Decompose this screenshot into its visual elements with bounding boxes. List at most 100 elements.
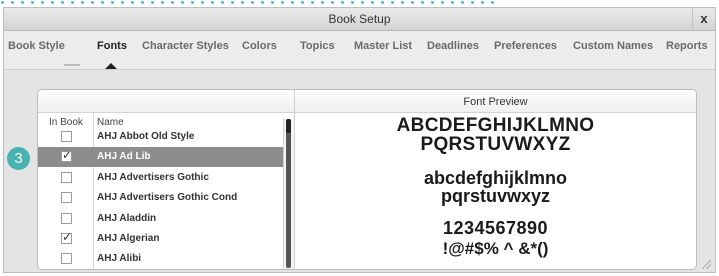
decorative-dot	[431, 1, 434, 4]
callout-badge: 3	[7, 147, 30, 170]
decorative-dot	[111, 1, 114, 4]
decorative-dot	[11, 1, 14, 4]
decorative-dot	[451, 1, 454, 4]
decorative-dot	[301, 1, 304, 4]
tab-character-styles[interactable]: Character Styles	[142, 40, 229, 52]
tab-topics[interactable]: Topics	[300, 40, 335, 52]
tab-custom-names[interactable]: Custom Names	[573, 40, 653, 52]
decorative-dot	[311, 1, 314, 4]
decorative-dot	[291, 1, 294, 4]
tab-master-list[interactable]: Master List	[354, 40, 412, 52]
decorative-dot	[211, 1, 214, 4]
decorative-dot	[121, 1, 124, 4]
in-book-checkbox[interactable]: ✓	[61, 230, 73, 244]
resize-grip-icon[interactable]	[702, 260, 711, 269]
decorative-dot	[61, 1, 64, 4]
decorative-dot	[401, 1, 404, 4]
decorative-dot	[271, 1, 274, 4]
decorative-dot	[391, 1, 394, 4]
decorative-dot	[361, 1, 364, 4]
preview-digits: 1234567890	[442, 218, 549, 238]
decorative-dot	[281, 1, 284, 4]
scrollbar-thumb[interactable]	[286, 123, 291, 268]
decorative-dot	[421, 1, 424, 4]
decorative-dot	[31, 1, 34, 4]
font-name: AHJ Abbot Old Style	[97, 131, 195, 142]
decorative-dot	[371, 1, 374, 4]
scrollbar-thumb-grip[interactable]	[286, 119, 291, 133]
decorative-dot	[241, 1, 244, 4]
font-list-scrollbar[interactable]	[283, 119, 294, 269]
in-book-checkbox[interactable]	[61, 131, 72, 142]
in-book-checkbox[interactable]	[61, 192, 72, 203]
decorative-dot	[231, 1, 234, 4]
decorative-dot	[321, 1, 324, 4]
book-setup-dialog: Book Setup x Book Style Fonts Character …	[3, 7, 716, 273]
decorative-dot	[1, 1, 4, 4]
font-row[interactable]: AHJ Advertisers Gothic Cond	[38, 188, 284, 208]
font-row[interactable]: AHJ Abbot Old Style	[38, 127, 284, 147]
font-row[interactable]: AHJ Alibi	[38, 249, 284, 269]
font-name: AHJ Ad Lib	[97, 151, 151, 162]
decorative-dot	[141, 1, 144, 4]
font-preview-title: Font Preview	[463, 96, 528, 108]
font-row[interactable]: AHJ Aladdin	[38, 209, 284, 229]
font-row[interactable]: AHJ Advertisers Gothic	[38, 168, 284, 188]
fonts-panel: In Book Name AHJ Abbot Old Style ✓ AHJ A…	[37, 89, 697, 270]
decorative-dot	[21, 1, 24, 4]
decorative-dot	[481, 1, 484, 4]
tab-preferences[interactable]: Preferences	[494, 40, 557, 52]
decorative-dot	[41, 1, 44, 4]
tab-reports[interactable]: Reports	[666, 40, 708, 52]
tab-deadlines[interactable]: Deadlines	[427, 40, 479, 52]
font-preview-header: Font Preview	[295, 90, 696, 113]
title-bar: Book Setup x	[4, 8, 715, 31]
decorative-dot	[441, 1, 444, 4]
tab-colors[interactable]: Colors	[242, 40, 277, 52]
decorative-dot	[251, 1, 254, 4]
decorative-dot	[331, 1, 334, 4]
font-name: AHJ Advertisers Gothic Cond	[97, 192, 238, 203]
decorative-dot	[221, 1, 224, 4]
font-name: AHJ Algerian	[97, 233, 160, 244]
decorative-dot	[51, 1, 54, 4]
font-row-selected[interactable]: ✓ AHJ Ad Lib	[38, 147, 284, 167]
decorative-dot	[71, 1, 74, 4]
decorative-dot	[161, 1, 164, 4]
font-name: AHJ Advertisers Gothic	[97, 172, 209, 183]
tab-book-style[interactable]: Book Style	[8, 40, 65, 52]
decorative-dot	[201, 1, 204, 4]
font-list-header	[38, 90, 295, 113]
in-book-checkbox[interactable]: ✓	[61, 148, 73, 162]
decorative-dot	[461, 1, 464, 4]
tab-fonts[interactable]: Fonts	[97, 40, 127, 52]
decorative-dot	[411, 1, 414, 4]
checkmark-icon: ✓	[62, 148, 73, 162]
in-book-checkbox[interactable]	[61, 172, 72, 183]
close-button[interactable]: x	[692, 8, 715, 30]
dialog-title: Book Setup	[328, 12, 391, 26]
decorative-dot	[471, 1, 474, 4]
decorative-dot	[181, 1, 184, 4]
in-book-checkbox[interactable]	[61, 253, 72, 264]
decorative-dot	[491, 1, 494, 4]
decorative-dot	[131, 1, 134, 4]
font-name: AHJ Alibi	[97, 253, 142, 264]
decorative-dot	[191, 1, 194, 4]
preview-symbols: !@#$% ^ &*()	[442, 239, 549, 258]
decorative-dot	[381, 1, 384, 4]
font-name: AHJ Aladdin	[97, 213, 157, 224]
decorative-dot	[261, 1, 264, 4]
decorative-dot	[91, 1, 94, 4]
decorative-dot	[341, 1, 344, 4]
active-tab-indicator-icon	[105, 63, 117, 69]
preview-uppercase-line-2: PQRSTUVWXYZ	[420, 134, 571, 155]
decorative-dot	[351, 1, 354, 4]
tab-divider-mark	[64, 64, 80, 66]
checkmark-icon: ✓	[62, 230, 73, 244]
decorative-dot	[171, 1, 174, 4]
font-row[interactable]: ✓ AHJ Algerian	[38, 229, 284, 249]
in-book-checkbox[interactable]	[61, 213, 72, 224]
preview-lowercase-line-2: pqrstuvwxyz	[440, 186, 551, 206]
decorative-dot	[81, 1, 84, 4]
